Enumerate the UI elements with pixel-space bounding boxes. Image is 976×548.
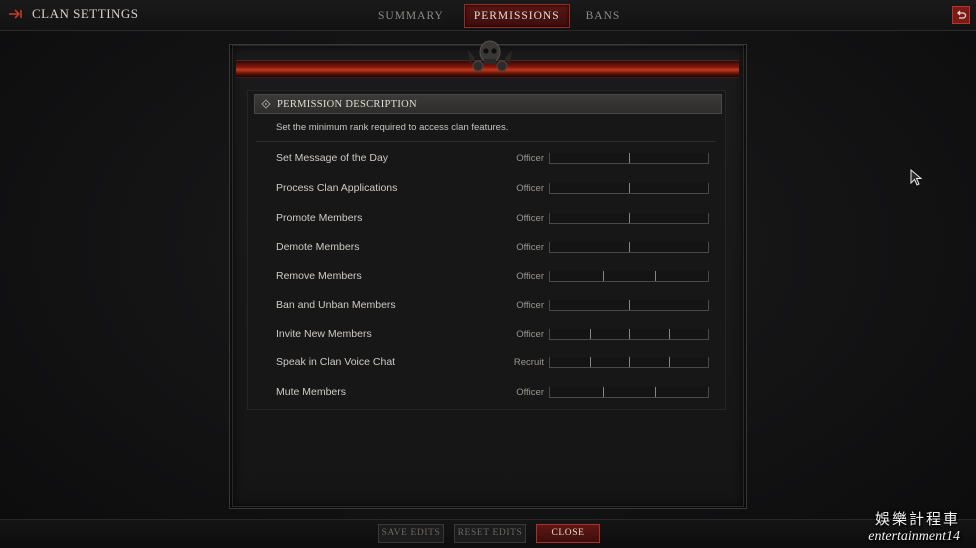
permission-description: Set the minimum rank required to access … xyxy=(276,122,509,133)
permission-row: Remove Members Officer xyxy=(256,268,716,290)
rank-value: Officer xyxy=(516,242,544,253)
tab-bar: SUMMARY PERMISSIONS BANS xyxy=(368,4,630,28)
slider-tick xyxy=(629,183,630,193)
permission-row: Speak in Clan Voice Chat Recruit xyxy=(256,354,716,376)
tab-summary[interactable]: SUMMARY xyxy=(368,4,454,28)
watermark-line2: entertainment14 xyxy=(868,529,960,544)
slider-tick xyxy=(602,271,604,281)
permission-label: Speak in Clan Voice Chat xyxy=(276,356,396,368)
rank-value: Officer xyxy=(516,153,544,164)
reset-edits-button[interactable]: RESET EDITS xyxy=(454,524,526,543)
save-edits-button[interactable]: SAVE EDITS xyxy=(378,524,444,543)
permission-label: Demote Members xyxy=(276,241,360,253)
slider-tick xyxy=(589,357,591,367)
permission-row: Ban and Unban Members Officer xyxy=(256,297,716,319)
rank-value: Officer xyxy=(516,329,544,340)
rank-slider[interactable] xyxy=(549,300,709,311)
rank-value: Officer xyxy=(516,271,544,282)
return-button[interactable] xyxy=(952,6,970,24)
permission-label: Ban and Unban Members xyxy=(276,299,396,311)
skull-ornament-icon xyxy=(468,40,512,72)
return-icon xyxy=(957,10,967,19)
slider-tick xyxy=(629,242,630,252)
slider-tick xyxy=(655,387,657,397)
mouse-cursor-icon xyxy=(910,169,923,186)
rank-slider[interactable] xyxy=(549,242,709,253)
permission-row: Process Clan Applications Officer xyxy=(256,180,716,202)
slider-tick xyxy=(668,329,670,339)
permission-row: Set Message of the Day Officer xyxy=(256,150,716,172)
slider-tick xyxy=(602,387,604,397)
rank-slider[interactable] xyxy=(549,271,709,282)
rank-slider[interactable] xyxy=(549,357,709,368)
tab-permissions[interactable]: PERMISSIONS xyxy=(463,4,570,28)
rank-slider[interactable] xyxy=(549,153,709,164)
close-button[interactable]: CLOSE xyxy=(536,524,600,543)
permission-row: Demote Members Officer xyxy=(256,239,716,261)
permission-label: Mute Members xyxy=(276,386,347,398)
slider-tick xyxy=(629,300,630,310)
rank-value: Recruit xyxy=(513,357,544,368)
slider-tick xyxy=(668,357,670,367)
rank-slider[interactable] xyxy=(549,213,709,224)
back-arrow-icon[interactable] xyxy=(8,6,24,22)
permission-row: Invite New Members Officer xyxy=(256,326,716,348)
slider-tick xyxy=(655,271,657,281)
diamond-icon xyxy=(261,99,271,109)
divider xyxy=(256,141,716,142)
tab-bans[interactable]: BANS xyxy=(576,4,631,28)
page-title: CLAN SETTINGS xyxy=(32,6,139,21)
rank-value: Officer xyxy=(516,387,544,398)
rank-value: Officer xyxy=(516,300,544,311)
rank-value: Officer xyxy=(516,213,544,224)
permission-header-label: PERMISSION DESCRIPTION xyxy=(277,98,417,110)
title-area: CLAN SETTINGS xyxy=(8,6,139,22)
watermark: 娛樂計程車 entertainment14 xyxy=(868,508,960,545)
permission-label: Promote Members xyxy=(276,212,363,224)
rank-slider[interactable] xyxy=(549,329,709,340)
slider-tick xyxy=(629,329,630,339)
slider-tick xyxy=(629,213,630,223)
permission-label: Set Message of the Day xyxy=(276,152,389,164)
permission-row: Mute Members Officer xyxy=(256,384,716,406)
rank-value: Officer xyxy=(516,183,544,194)
permission-row: Promote Members Officer xyxy=(256,210,716,232)
permission-label: Remove Members xyxy=(276,270,362,282)
rank-slider[interactable] xyxy=(549,183,709,194)
permission-label: Process Clan Applications xyxy=(276,182,398,194)
slider-tick xyxy=(629,153,630,163)
slider-tick xyxy=(629,357,630,367)
slider-tick xyxy=(589,329,591,339)
permission-description-header: PERMISSION DESCRIPTION xyxy=(254,94,722,114)
top-bar: CLAN SETTINGS SUMMARY PERMISSIONS BANS xyxy=(0,0,976,31)
rank-slider[interactable] xyxy=(549,387,709,398)
watermark-line1: 娛樂計程車 xyxy=(874,510,960,528)
permission-label: Invite New Members xyxy=(276,328,372,340)
